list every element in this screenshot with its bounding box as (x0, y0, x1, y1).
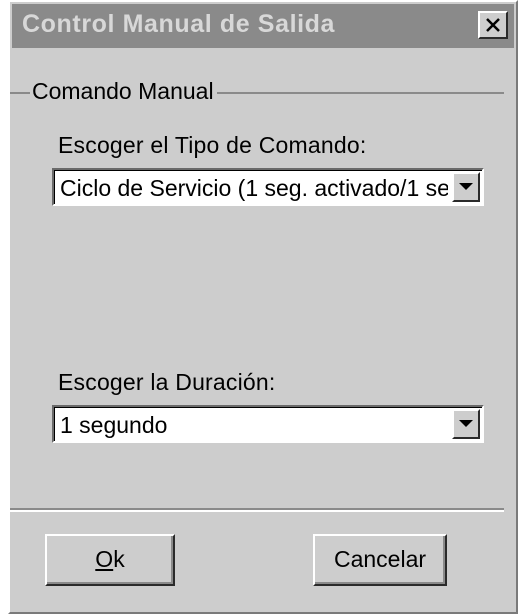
duration-value: 1 segundo (60, 412, 168, 438)
ok-button[interactable]: Ok (45, 534, 175, 586)
command-type-dropdown-button[interactable] (452, 172, 480, 202)
command-type-label: Escoger el Tipo de Comando: (58, 132, 367, 158)
separator (10, 508, 504, 512)
title-bar[interactable]: Control Manual de Salida (12, 4, 514, 48)
ok-button-mnemonic: O (95, 546, 114, 572)
duration-dropdown-button[interactable] (452, 409, 480, 439)
cancel-button-label: Cancelar (333, 546, 427, 572)
group-box-label: Comando Manual (30, 78, 217, 105)
window-title: Control Manual de Salida (22, 10, 336, 38)
chevron-down-icon (459, 183, 473, 190)
command-type-select[interactable]: Ciclo de Servicio (1 seg. activado/1 seg… (52, 168, 484, 206)
close-button[interactable] (478, 11, 508, 39)
close-icon (486, 18, 500, 32)
ok-button-label: k (113, 546, 125, 572)
cancel-button[interactable]: Cancelar (313, 534, 447, 586)
chevron-down-icon (459, 420, 473, 427)
duration-select[interactable]: 1 segundo (52, 405, 484, 443)
command-type-value: Ciclo de Servicio (1 seg. activado/1 seg… (60, 175, 448, 201)
duration-label: Escoger la Duración: (58, 369, 276, 395)
